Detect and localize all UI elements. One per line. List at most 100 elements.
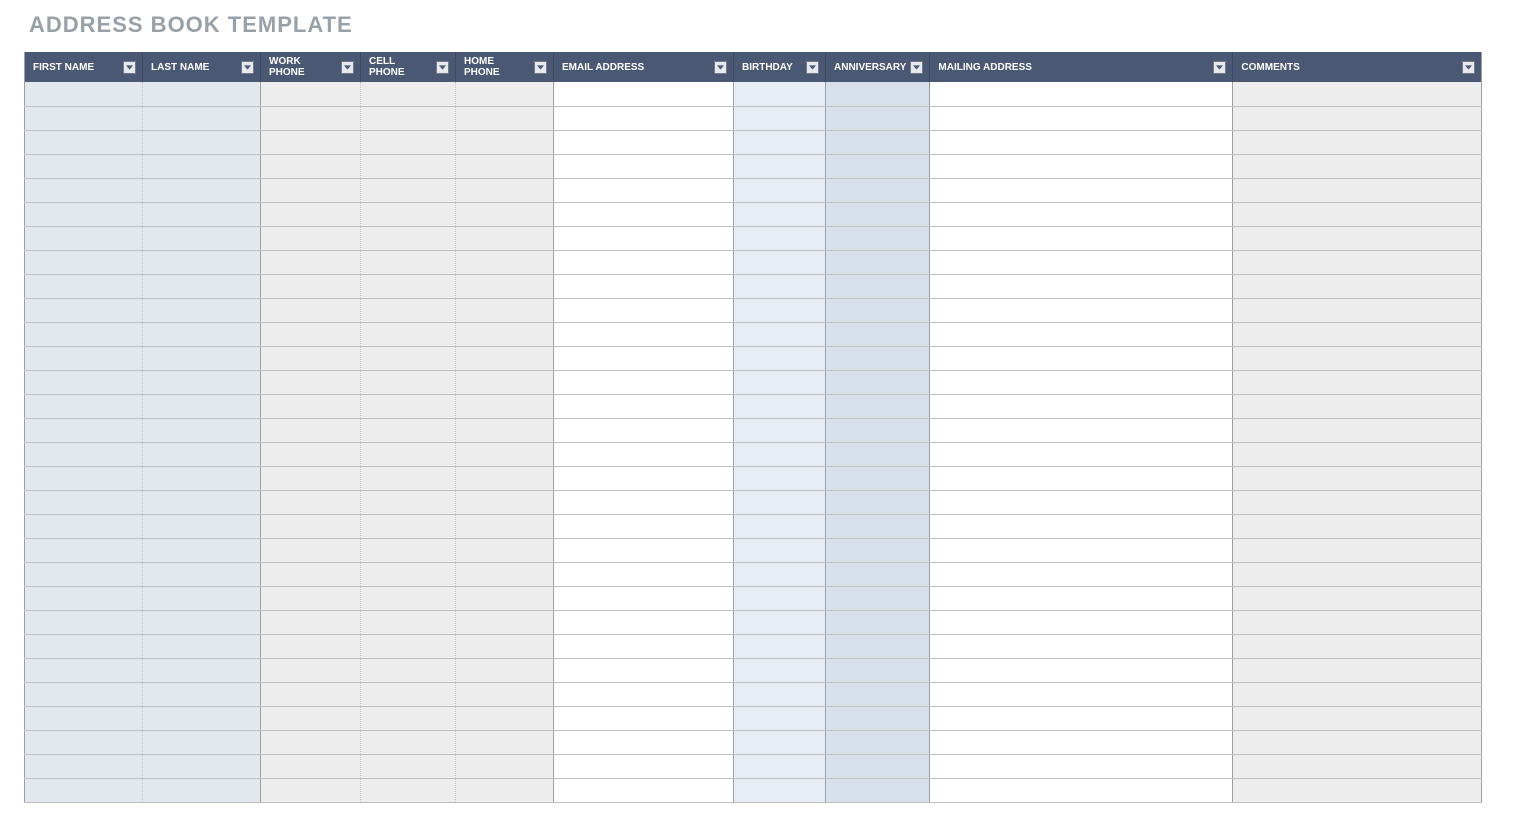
cell-mailing[interactable]	[930, 706, 1233, 730]
cell-mailing[interactable]	[930, 562, 1233, 586]
cell-work-phone[interactable]	[261, 418, 361, 442]
column-header-anniversary[interactable]: ANNIVERSARY	[826, 52, 930, 82]
cell-last-name[interactable]	[143, 490, 261, 514]
cell-first-name[interactable]	[25, 346, 143, 370]
cell-anniversary[interactable]	[826, 226, 930, 250]
cell-mailing[interactable]	[930, 586, 1233, 610]
cell-mailing[interactable]	[930, 202, 1233, 226]
cell-anniversary[interactable]	[826, 706, 930, 730]
cell-anniversary[interactable]	[826, 778, 930, 802]
cell-anniversary[interactable]	[826, 298, 930, 322]
cell-cell-phone[interactable]	[361, 490, 456, 514]
cell-cell-phone[interactable]	[361, 106, 456, 130]
cell-home-phone[interactable]	[456, 610, 554, 634]
cell-home-phone[interactable]	[456, 394, 554, 418]
cell-home-phone[interactable]	[456, 706, 554, 730]
cell-work-phone[interactable]	[261, 586, 361, 610]
cell-cell-phone[interactable]	[361, 250, 456, 274]
cell-comments[interactable]	[1233, 202, 1482, 226]
cell-work-phone[interactable]	[261, 106, 361, 130]
cell-mailing[interactable]	[930, 442, 1233, 466]
filter-dropdown-icon[interactable]	[436, 61, 449, 74]
cell-comments[interactable]	[1233, 106, 1482, 130]
cell-home-phone[interactable]	[456, 514, 554, 538]
cell-last-name[interactable]	[143, 418, 261, 442]
cell-work-phone[interactable]	[261, 82, 361, 106]
cell-anniversary[interactable]	[826, 274, 930, 298]
cell-last-name[interactable]	[143, 538, 261, 562]
cell-email[interactable]	[554, 706, 734, 730]
cell-birthday[interactable]	[734, 346, 826, 370]
cell-work-phone[interactable]	[261, 634, 361, 658]
cell-comments[interactable]	[1233, 634, 1482, 658]
cell-cell-phone[interactable]	[361, 514, 456, 538]
cell-comments[interactable]	[1233, 250, 1482, 274]
cell-first-name[interactable]	[25, 706, 143, 730]
cell-last-name[interactable]	[143, 730, 261, 754]
cell-comments[interactable]	[1233, 274, 1482, 298]
cell-birthday[interactable]	[734, 514, 826, 538]
cell-email[interactable]	[554, 778, 734, 802]
cell-home-phone[interactable]	[456, 154, 554, 178]
cell-email[interactable]	[554, 634, 734, 658]
cell-cell-phone[interactable]	[361, 298, 456, 322]
cell-first-name[interactable]	[25, 130, 143, 154]
cell-anniversary[interactable]	[826, 154, 930, 178]
cell-anniversary[interactable]	[826, 346, 930, 370]
cell-email[interactable]	[554, 274, 734, 298]
cell-mailing[interactable]	[930, 778, 1233, 802]
column-header-comments[interactable]: COMMENTS	[1233, 52, 1482, 82]
cell-anniversary[interactable]	[826, 730, 930, 754]
cell-email[interactable]	[554, 730, 734, 754]
cell-mailing[interactable]	[930, 370, 1233, 394]
cell-comments[interactable]	[1233, 346, 1482, 370]
filter-dropdown-icon[interactable]	[806, 61, 819, 74]
cell-mailing[interactable]	[930, 298, 1233, 322]
cell-first-name[interactable]	[25, 682, 143, 706]
cell-birthday[interactable]	[734, 658, 826, 682]
cell-cell-phone[interactable]	[361, 442, 456, 466]
cell-first-name[interactable]	[25, 394, 143, 418]
cell-home-phone[interactable]	[456, 562, 554, 586]
cell-mailing[interactable]	[930, 466, 1233, 490]
cell-email[interactable]	[554, 298, 734, 322]
cell-mailing[interactable]	[930, 754, 1233, 778]
cell-comments[interactable]	[1233, 82, 1482, 106]
cell-mailing[interactable]	[930, 730, 1233, 754]
cell-home-phone[interactable]	[456, 226, 554, 250]
column-header-last-name[interactable]: LAST NAME	[143, 52, 261, 82]
cell-comments[interactable]	[1233, 178, 1482, 202]
filter-dropdown-icon[interactable]	[341, 61, 354, 74]
cell-birthday[interactable]	[734, 322, 826, 346]
cell-email[interactable]	[554, 610, 734, 634]
cell-first-name[interactable]	[25, 562, 143, 586]
cell-mailing[interactable]	[930, 82, 1233, 106]
cell-work-phone[interactable]	[261, 202, 361, 226]
cell-mailing[interactable]	[930, 490, 1233, 514]
filter-dropdown-icon[interactable]	[241, 61, 254, 74]
cell-cell-phone[interactable]	[361, 562, 456, 586]
cell-work-phone[interactable]	[261, 682, 361, 706]
cell-comments[interactable]	[1233, 418, 1482, 442]
cell-work-phone[interactable]	[261, 754, 361, 778]
cell-cell-phone[interactable]	[361, 226, 456, 250]
cell-work-phone[interactable]	[261, 466, 361, 490]
cell-email[interactable]	[554, 346, 734, 370]
cell-last-name[interactable]	[143, 634, 261, 658]
cell-birthday[interactable]	[734, 250, 826, 274]
cell-cell-phone[interactable]	[361, 706, 456, 730]
cell-home-phone[interactable]	[456, 130, 554, 154]
cell-home-phone[interactable]	[456, 346, 554, 370]
cell-anniversary[interactable]	[826, 322, 930, 346]
cell-cell-phone[interactable]	[361, 322, 456, 346]
cell-email[interactable]	[554, 490, 734, 514]
cell-first-name[interactable]	[25, 778, 143, 802]
column-header-cell-phone[interactable]: CELL PHONE	[361, 52, 456, 82]
cell-comments[interactable]	[1233, 298, 1482, 322]
filter-dropdown-icon[interactable]	[1462, 61, 1475, 74]
cell-comments[interactable]	[1233, 442, 1482, 466]
cell-anniversary[interactable]	[826, 250, 930, 274]
cell-mailing[interactable]	[930, 154, 1233, 178]
cell-email[interactable]	[554, 82, 734, 106]
cell-last-name[interactable]	[143, 466, 261, 490]
